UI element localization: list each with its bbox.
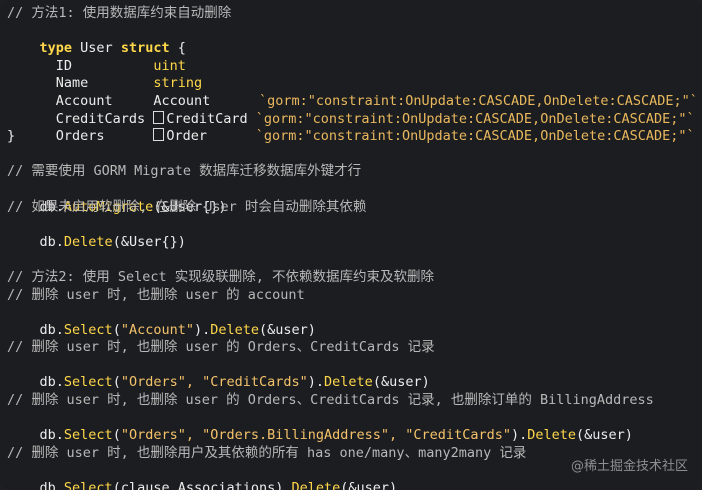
field-name: CreditCards [39,110,154,127]
watermark: @稀土掘金技术社区 [570,459,688,474]
code-line-comment: // 删除 user 时, 也删除 user 的 Orders、CreditCa… [7,392,654,409]
receiver: db. [39,374,64,391]
code-line-comment: // 方法1: 使用数据库约束自动删除 [7,5,232,21]
string-literal: "Account" [120,321,194,338]
field-type: string [153,75,203,92]
method-name: Delete [210,321,260,338]
field-name: Orders [39,128,154,145]
code-line-comment: // 方法2: 使用 Select 实现级联删除, 不依赖数据库约束及软删除 [7,268,435,285]
call-args: ( [112,374,121,391]
call-args: (&user) [259,321,316,338]
field-type: CreditCard [166,110,256,127]
call-args: ). [193,321,211,338]
struct-tag: `gorm:"constraint:OnUpdate:CASCADE,OnDel… [258,92,698,109]
code-line-select-orders: db.Select("Orders", "CreditCards").Delet… [7,357,702,390]
receiver: db. [39,321,64,338]
call-args: (&User{}) [112,233,186,250]
code-line-comment: // 删除 user 时, 也删除 user 的 Orders、CreditCa… [7,339,435,356]
code-line-comment: // 需要使用 GORM Migrate 数据库迁移数据库外键才行 [7,163,362,180]
string-literal: "Orders", "CreditCards" [120,374,308,391]
field-name: ID [39,57,154,74]
code-editor[interactable]: // 方法1: 使用数据库约束自动删除 type User struct { I… [0,0,702,490]
call-args: ( [112,321,121,338]
string-literal: "Orders", "Orders.BillingAddress", "Cred… [120,427,511,444]
method-name: Select [63,427,113,444]
code-line-comment: // 如果未启用软删除, 在删除 User 时会自动删除其依赖 [7,198,367,215]
struct-tag: `gorm:"constraint:OnUpdate:CASCADE,OnDel… [255,128,695,145]
method-name: Select [63,321,113,338]
receiver: db. [39,480,64,490]
field-type: uint [153,57,186,74]
keyword-type: type [39,40,73,57]
code-line-comment: // 删除 user 时, 也删除 user 的 account [7,286,305,303]
code-line-select-billing: db.Select("Orders", "Orders.BillingAddre… [7,410,702,443]
slice-placeholder-icon [153,128,165,142]
field-name: Name [39,75,154,92]
call-args: ( [112,427,121,444]
receiver: db. [39,427,64,444]
struct-name: User [72,40,121,57]
code-line-automigrate: db.AutoMigrate(&User{}) [7,181,702,215]
code-line-select-account: db.Select("Account").Delete(&user) [7,304,702,338]
method-name: Select [63,480,113,490]
call-args: ). [307,374,325,391]
call-args: (&user) [576,427,633,444]
method-name: Delete [324,374,373,391]
method-name: Select [63,374,113,391]
code-line-delete: db.Delete(&User{}) [7,216,702,250]
call-args: (&user) [340,480,398,490]
field-type: Account [153,92,259,109]
method-name: Delete [291,480,341,490]
call-args: (&user) [372,374,430,391]
call-args: (clause.Associations). [112,480,292,490]
struct-tag: `gorm:"constraint:OnUpdate:CASCADE,OnDel… [255,110,695,127]
field-name: Account [39,92,154,109]
receiver: db. [39,233,64,250]
code-line-type-decl: type User struct { [7,23,702,56]
keyword-struct: struct [120,40,170,57]
field-type: Order [166,128,256,145]
method-name: Delete [527,427,577,444]
method-name: Delete [63,233,113,250]
slice-placeholder-icon [153,110,165,124]
open-brace: { [169,40,186,57]
call-args: ). [510,427,528,444]
